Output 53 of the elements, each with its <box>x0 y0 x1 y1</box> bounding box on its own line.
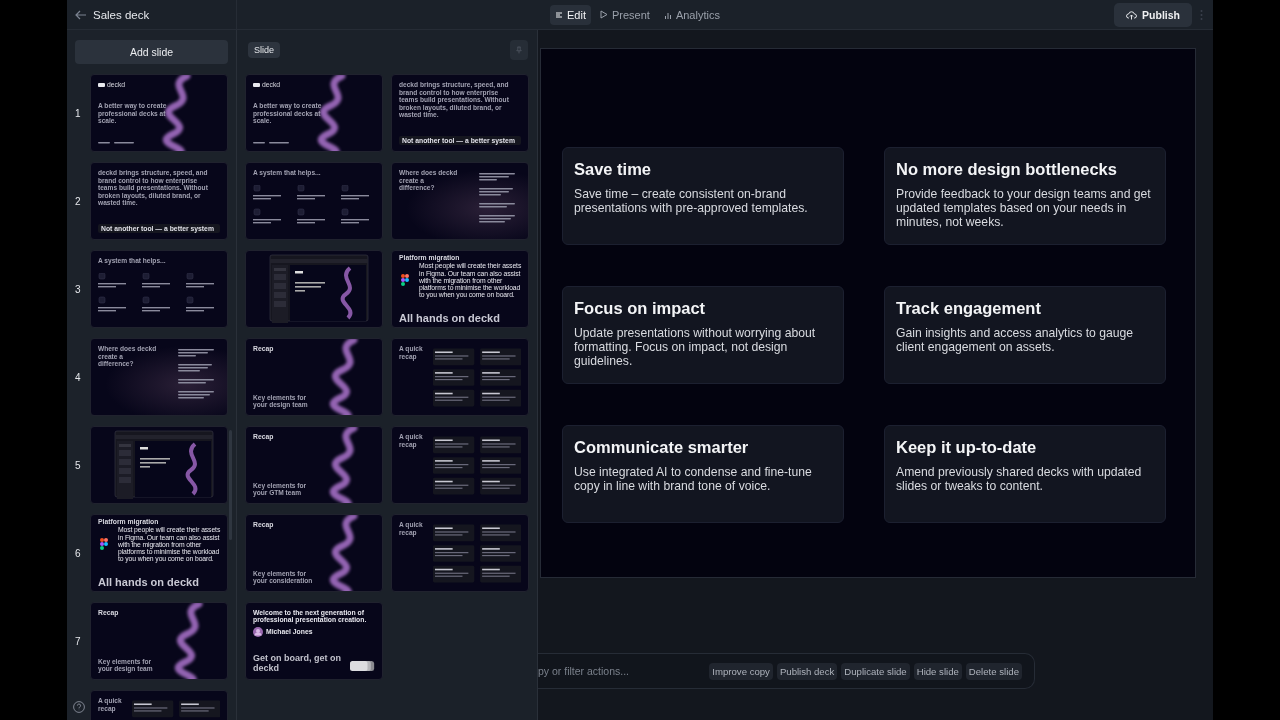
slide-number: 2 <box>75 195 82 207</box>
slide-number: 4 <box>75 371 82 383</box>
list-icon <box>555 10 563 19</box>
app-logo-icon <box>100 538 108 551</box>
document-title: Sales deck <box>93 8 150 21</box>
logo-icon <box>253 82 260 87</box>
tab[interactable]: Present <box>594 4 655 25</box>
card-title: Communicate smarter <box>574 438 750 457</box>
card-body: Gain insights and access analytics to gauge client engagement on assets. <box>896 326 1135 354</box>
slide-headline: Get on board, get on deckd <box>253 653 342 673</box>
kebab-menu-icon <box>1200 8 1203 21</box>
card-title: Save time <box>574 160 653 179</box>
card-body: Provide feedback to your design teams and get updated templates based on your needs in minutes, not weeks. <box>896 187 1152 229</box>
action-button[interactable]: Duplicate slide <box>841 662 910 680</box>
card-title: Track engagement <box>896 299 1042 318</box>
slide-number: 1 <box>75 107 82 119</box>
tab[interactable]: Edit <box>550 4 591 25</box>
card-body: Amend previously shared decks with updated slides or tweaks to content. <box>896 465 1143 493</box>
cloud-upload-icon <box>1126 9 1138 20</box>
help-button[interactable] <box>73 701 85 713</box>
back-arrow-icon <box>75 9 87 20</box>
avatar-icon <box>253 626 263 637</box>
slide-number: 7 <box>75 635 82 647</box>
slide-chip[interactable]: Slide <box>248 42 280 58</box>
card-body: Use integrated AI to condense and fine-tune copy in line with brand tone of voice. <box>574 465 813 493</box>
slide-thumbnail[interactable] <box>90 514 228 592</box>
slide-number: 5 <box>75 459 82 471</box>
card-body: Update presentations without worrying about formatting. Focus on impact, not design guidelines. <box>574 326 817 368</box>
add-slide-button[interactable]: Add slide <box>75 40 228 64</box>
slide-headline: All hands on deckd <box>399 312 501 324</box>
slide-number: 6 <box>75 547 82 559</box>
card-title: Keep it up-to-date <box>896 438 1038 457</box>
pin-icon <box>516 45 522 55</box>
slide-headline: All hands on deckd <box>98 576 200 588</box>
action-button[interactable]: Publish deck <box>776 662 838 680</box>
card-title: Focus on impact <box>574 299 707 318</box>
card-title: No more design bottlenecks <box>896 160 1118 179</box>
slide-number: 3 <box>75 283 82 295</box>
logo-icon <box>98 82 105 87</box>
tab[interactable]: Analytics <box>658 4 725 25</box>
action-button[interactable]: Delete slide <box>965 662 1022 680</box>
help-icon <box>73 701 85 713</box>
publish-button[interactable]: Publish <box>1114 2 1192 27</box>
bar-chart-icon <box>663 10 672 19</box>
action-button[interactable]: Improve copy <box>709 662 773 680</box>
action-button[interactable]: Hide slide <box>913 662 962 680</box>
play-icon <box>599 10 608 19</box>
card-body: Save time – create consistent on-brand presentations with pre-approved templates. <box>574 187 809 215</box>
back-button[interactable] <box>75 9 87 20</box>
app-logo-icon <box>401 274 409 287</box>
command-input[interactable]: py or filter actions... <box>538 665 710 677</box>
toggle-drawing <box>350 659 375 673</box>
slide-thumbnail[interactable] <box>391 250 529 328</box>
